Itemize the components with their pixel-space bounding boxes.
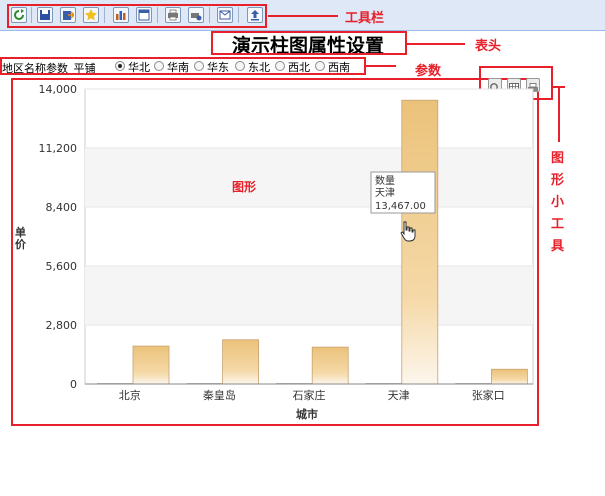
annotation-pointer [558, 86, 560, 142]
tools-highlight-box [479, 66, 553, 100]
toolbar-annotation: 工具栏 [345, 11, 385, 26]
header-highlight-box [211, 31, 407, 55]
chart-highlight-box [11, 78, 539, 426]
annotation-pointer [268, 15, 338, 17]
params-highlight-box [0, 57, 366, 75]
toolbar-highlight-box [7, 4, 267, 28]
annotation-pointer [366, 65, 396, 67]
header-annotation: 表头 [475, 39, 502, 54]
annotation-pointer [407, 43, 465, 45]
params-annotation: 参数 [415, 64, 442, 79]
tools-annotation: 图形小工具 [551, 151, 565, 254]
